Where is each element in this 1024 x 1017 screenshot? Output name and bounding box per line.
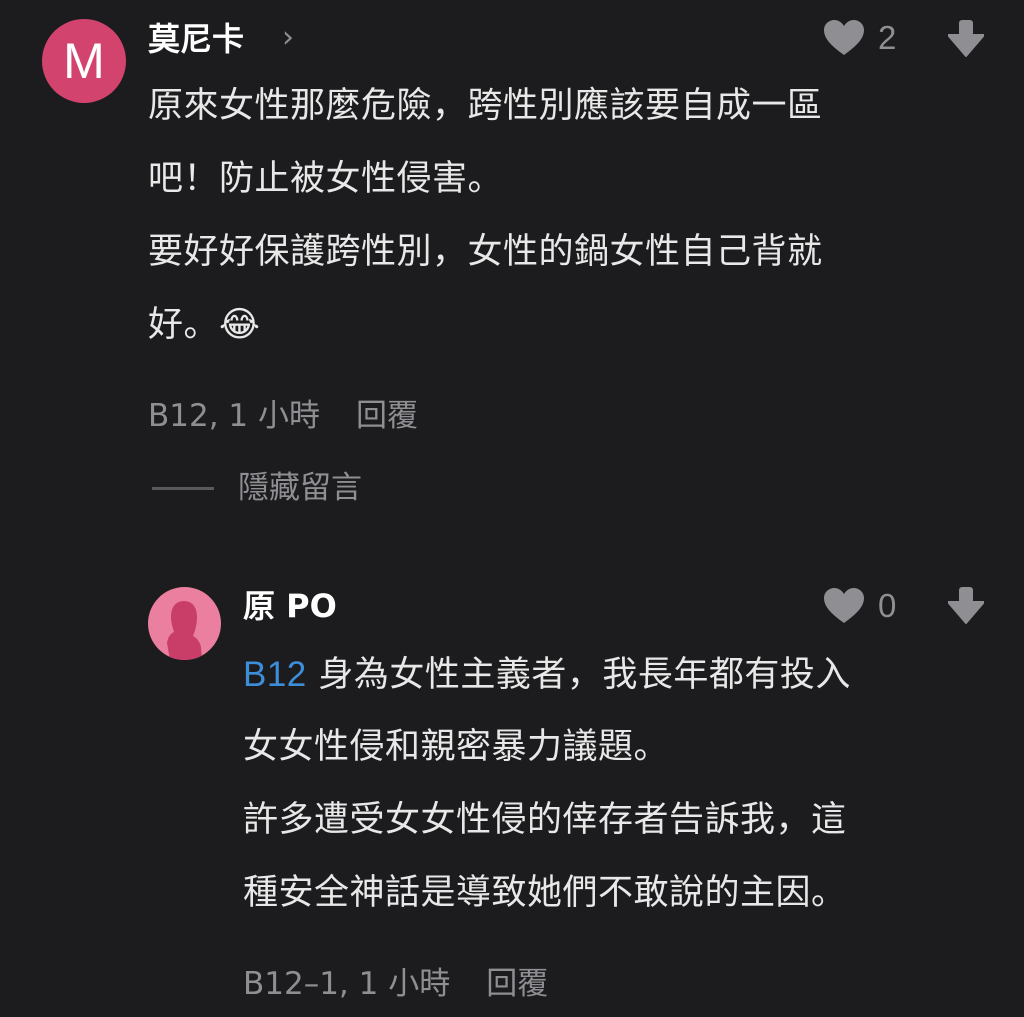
comment-line: 吧！防止被女性侵害。 <box>148 159 504 199</box>
avatar[interactable] <box>148 587 221 660</box>
like-group[interactable]: 0 <box>824 586 896 626</box>
download-icon[interactable] <box>948 587 984 625</box>
like-count: 2 <box>878 19 897 56</box>
reply-button[interactable]: 回覆 <box>356 398 418 434</box>
person-silhouette-icon <box>167 601 202 660</box>
reply-button[interactable]: 回覆 <box>486 966 548 1002</box>
avatar[interactable]: M <box>42 19 126 103</box>
comment-line: 好。😂 <box>148 305 261 345</box>
comment-author[interactable]: 原 PO <box>243 586 337 626</box>
divider-line <box>152 486 214 490</box>
comment-body: B12 身為女性主義者，我長年都有投入 女女性侵和親密暴力議題。 許多遭受女女性… <box>243 638 851 930</box>
floor-time: B12, 1 小時 <box>148 398 320 434</box>
like-group[interactable]: 2 <box>824 18 896 58</box>
comment-meta: B12, 1 小時 回覆 <box>148 396 418 436</box>
comment-meta: B12–1, 1 小時 回覆 <box>243 964 548 1004</box>
chevron-right-icon[interactable]: › <box>282 18 294 58</box>
like-count: 0 <box>878 587 897 624</box>
comment-line: 女女性侵和親密暴力議題。 <box>243 727 670 767</box>
comment-line: 種安全神話是導致她們不敢說的主因。 <box>243 873 847 913</box>
heart-icon[interactable] <box>824 20 864 56</box>
comment-body: 原來女性那麼危險，跨性別應該要自成一區 吧！防止被女性侵害。 要好好保護跨性別，… <box>148 70 823 362</box>
download-icon[interactable] <box>948 20 984 58</box>
heart-icon[interactable] <box>824 588 864 624</box>
comment-line: 身為女性主義者，我長年都有投入 <box>318 655 851 695</box>
comment-line: 許多遭受女女性侵的倖存者告訴我，這 <box>243 800 847 840</box>
mention-link[interactable]: B12 <box>243 655 307 694</box>
hide-comments-toggle[interactable]: 隱藏留言 <box>152 468 362 508</box>
comment-line: 要好好保護跨性別，女性的鍋女性自己背就 <box>148 232 823 272</box>
avatar-letter: M <box>63 33 105 89</box>
hide-comments-label[interactable]: 隱藏留言 <box>238 468 362 508</box>
comment-author[interactable]: 莫尼卡 <box>148 19 244 59</box>
floor-time: B12–1, 1 小時 <box>243 966 451 1002</box>
comment-line: 原來女性那麼危險，跨性別應該要自成一區 <box>148 86 823 126</box>
